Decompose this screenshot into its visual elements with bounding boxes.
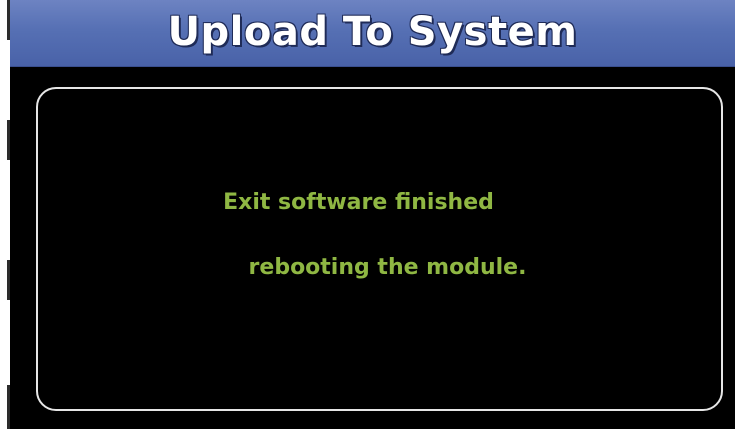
status-message-line-2: rebooting the module.	[248, 255, 527, 280]
status-message-line-1: Exit software finished	[223, 190, 494, 215]
title-bar: Upload To System	[10, 0, 735, 67]
display-screen: Upload To System Exit software finished …	[10, 0, 735, 429]
message-panel: Exit software finished rebooting the mod…	[36, 87, 723, 411]
dialog-title: Upload To System	[167, 9, 578, 55]
window-left-edge	[0, 0, 10, 429]
